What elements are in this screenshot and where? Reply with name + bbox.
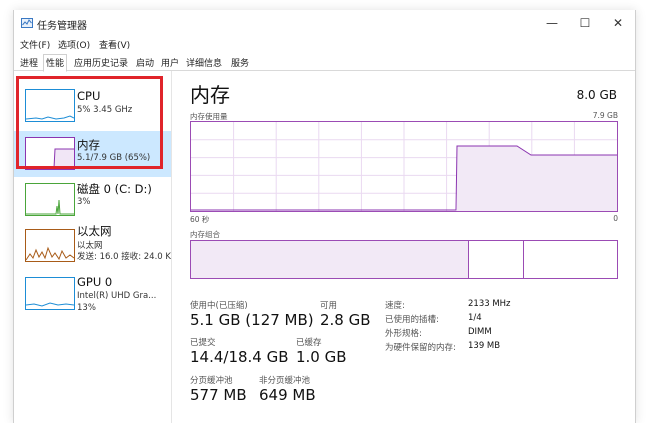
sidebar-item-label: 以太网 — [77, 224, 112, 238]
form-factor-label: 外形规格: — [385, 329, 422, 339]
nonpaged-pool-value: 649 MB — [259, 386, 316, 404]
sidebar-item-label: CPU — [77, 89, 101, 103]
in-use-value: 5.1 GB (127 MB) — [190, 311, 314, 329]
cached-label: 已缓存 — [296, 338, 322, 348]
sidebar-item-ethernet[interactable]: 以太网 以太网 发送: 16.0 接收: 24.0 K — [14, 223, 171, 269]
sidebar-item-label: 磁盘 0 (C: D:) — [77, 182, 152, 196]
hardware-reserved-label: 为硬件保留的内存: — [385, 343, 456, 353]
maximize-button[interactable]: ☐ — [570, 14, 600, 32]
minimize-button[interactable]: — — [537, 14, 567, 32]
tab-services[interactable]: 服务 — [229, 55, 251, 70]
menu-file[interactable]: 文件(F) — [20, 38, 50, 51]
sidebar-item-label: GPU 0 — [77, 275, 113, 289]
resource-sidebar: CPU 5% 3.45 GHz 内存 5.1/7.9 GB (65%) 磁盘 0… — [14, 71, 172, 423]
memory-usage-graph — [190, 121, 618, 212]
graph-axis-left: 60 秒 — [190, 215, 210, 224]
paged-pool-value: 577 MB — [190, 386, 247, 404]
sidebar-item-label: 内存 — [77, 138, 100, 152]
composition-cached-divider — [523, 241, 524, 278]
nonpaged-pool-label: 非分页缓冲池 — [259, 376, 311, 386]
ethernet-thumbnail-graph — [25, 229, 75, 262]
sidebar-item-memory[interactable]: 内存 5.1/7.9 GB (65%) — [14, 131, 171, 177]
speed-value: 2133 MHz — [468, 299, 511, 309]
sidebar-item-detail: 3% — [77, 197, 91, 207]
sidebar-item-detail: 5% 3.45 GHz — [77, 105, 133, 115]
sidebar-item-usage: 13% — [77, 303, 96, 313]
speed-label: 速度: — [385, 301, 405, 311]
committed-label: 已提交 — [190, 338, 216, 348]
sidebar-item-detail: Intel(R) UHD Gra... — [77, 291, 157, 301]
tab-app-history[interactable]: 应用历史记录 — [72, 55, 130, 70]
sidebar-item-cpu[interactable]: CPU 5% 3.45 GHz — [14, 81, 171, 127]
cached-value: 1.0 GB — [296, 348, 347, 366]
slots-used-value: 1/4 — [468, 313, 482, 323]
sidebar-item-gpu[interactable]: GPU 0 Intel(R) UHD Gra... 13% — [14, 275, 171, 321]
window-title: 任务管理器 — [37, 21, 87, 32]
memory-composition-bar — [190, 240, 618, 279]
committed-value: 14.4/18.4 GB — [190, 348, 289, 366]
memory-thumbnail-graph — [25, 137, 75, 170]
form-factor-value: DIMM — [468, 327, 492, 337]
menu-view[interactable]: 查看(V) — [99, 38, 130, 51]
task-manager-window: 任务管理器 — ☐ ✕ 文件(F) 选项(O) 查看(V) 进程 性能 应用历史… — [13, 10, 636, 423]
sidebar-item-throughput: 发送: 16.0 接收: 24.0 K — [77, 252, 171, 262]
title-bar[interactable]: 任务管理器 — ☐ ✕ — [14, 10, 635, 36]
graph-axis-right: 0 — [613, 214, 618, 223]
hardware-reserved-value: 139 MB — [468, 341, 501, 351]
close-button[interactable]: ✕ — [603, 14, 633, 32]
composition-in-use-segment — [191, 241, 469, 278]
memory-total: 8.0 GB — [576, 88, 617, 102]
tab-bar: 进程 性能 应用历史记录 启动 用户 详细信息 服务 — [14, 53, 635, 72]
tab-startup[interactable]: 启动 — [134, 55, 156, 70]
tab-performance[interactable]: 性能 — [43, 54, 68, 72]
slots-used-label: 已使用的插槽: — [385, 315, 439, 325]
available-value: 2.8 GB — [320, 311, 371, 329]
tab-details[interactable]: 详细信息 — [184, 55, 224, 70]
sidebar-item-detail: 5.1/7.9 GB (65%) — [77, 153, 151, 163]
sidebar-item-disk[interactable]: 磁盘 0 (C: D:) 3% — [14, 177, 171, 223]
available-label: 可用 — [320, 301, 338, 311]
in-use-label: 使用中(已压缩) — [190, 301, 248, 311]
disk-thumbnail-graph — [25, 183, 75, 216]
paged-pool-label: 分页缓冲池 — [190, 376, 233, 386]
menu-options[interactable]: 选项(O) — [58, 38, 90, 51]
usage-graph-max: 7.9 GB — [592, 111, 618, 120]
composition-label: 内存组合 — [190, 230, 220, 239]
task-manager-icon — [21, 18, 33, 28]
cpu-thumbnail-graph — [25, 89, 75, 122]
page-title: 内存 — [190, 83, 230, 107]
memory-detail-panel: 内存 8.0 GB 内存使用量 7.9 GB 60 秒 0 内存组合 使用中(已… — [172, 71, 635, 423]
tab-users[interactable]: 用户 — [159, 55, 181, 70]
gpu-thumbnail-graph — [25, 277, 75, 310]
tab-processes[interactable]: 进程 — [18, 55, 40, 70]
